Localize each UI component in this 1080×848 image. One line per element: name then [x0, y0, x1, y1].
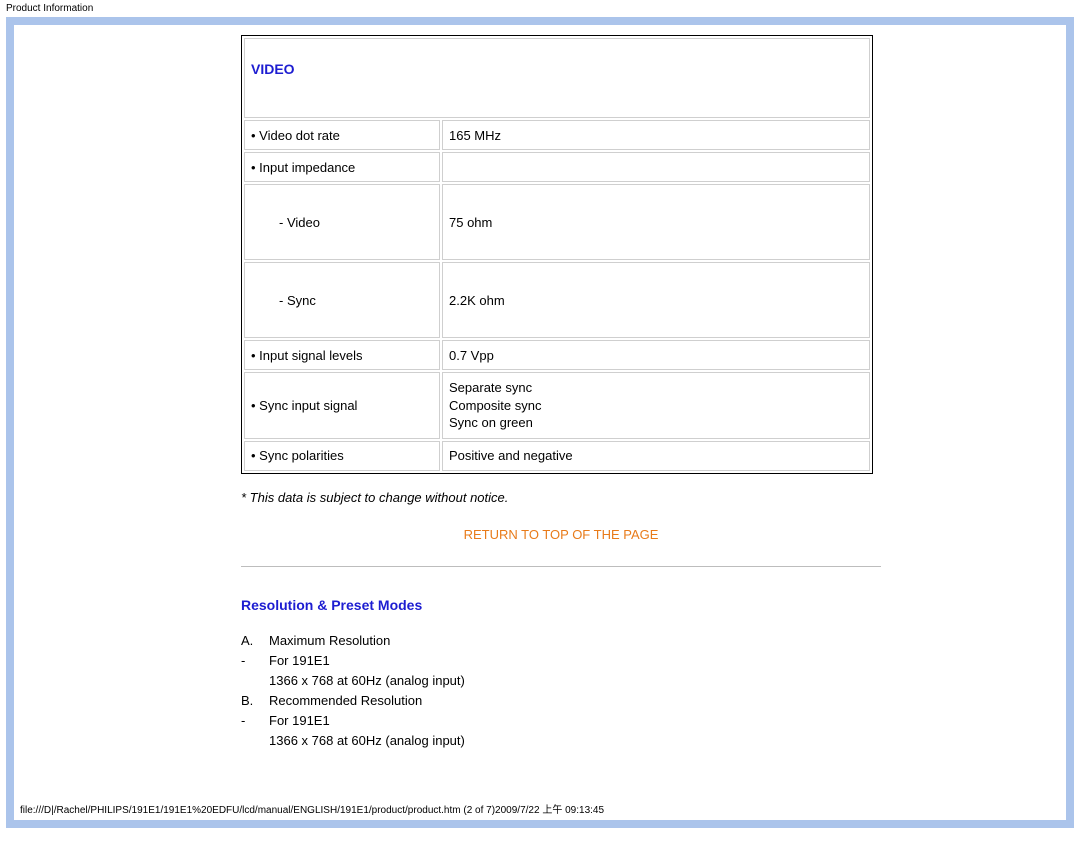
inner-frame: VIDEO • Video dot rate 165 MHz • Input i… [14, 25, 1066, 820]
video-spec-table: VIDEO • Video dot rate 165 MHz • Input i… [241, 35, 873, 474]
list-text: For 191E1 [269, 651, 330, 671]
table-row: • Input impedance [244, 152, 870, 182]
spec-value: 0.7 Vpp [442, 340, 870, 370]
list-text: 1366 x 768 at 60Hz (analog input) [269, 671, 465, 691]
list-item: - For 191E1 [241, 651, 896, 671]
data-change-notice: * This data is subject to change without… [241, 490, 896, 505]
list-item: 1366 x 768 at 60Hz (analog input) [241, 671, 896, 691]
outer-frame: VIDEO • Video dot rate 165 MHz • Input i… [6, 17, 1074, 828]
table-row: - Video 75 ohm [244, 184, 870, 260]
list-text: 1366 x 768 at 60Hz (analog input) [269, 731, 465, 751]
video-section-title: VIDEO [251, 43, 295, 113]
list-item: 1366 x 768 at 60Hz (analog input) [241, 731, 896, 751]
table-row: • Sync input signal Separate sync Compos… [244, 372, 870, 439]
table-row: • Video dot rate 165 MHz [244, 120, 870, 150]
video-section-header-cell: VIDEO [244, 38, 870, 118]
return-to-top-link[interactable]: RETURN TO TOP OF THE PAGE [226, 527, 896, 542]
spec-label: • Input signal levels [244, 340, 440, 370]
spec-value [442, 152, 870, 182]
spec-value-multiline: Separate sync Composite sync Sync on gre… [442, 372, 870, 439]
spec-label: • Sync input signal [244, 372, 440, 439]
content-area: VIDEO • Video dot rate 165 MHz • Input i… [226, 35, 896, 751]
spec-label: • Input impedance [244, 152, 440, 182]
list-text: Recommended Resolution [269, 691, 422, 711]
spec-label-sub: - Video [244, 184, 440, 260]
resolution-list: A. Maximum Resolution - For 191E1 1366 x… [241, 631, 896, 752]
list-marker: - [241, 711, 269, 731]
list-text: For 191E1 [269, 711, 330, 731]
spec-value: 2.2K ohm [442, 262, 870, 338]
resolution-section-heading: Resolution & Preset Modes [241, 597, 896, 613]
spec-label: • Video dot rate [244, 120, 440, 150]
list-marker [241, 731, 269, 751]
list-item: B. Recommended Resolution [241, 691, 896, 711]
page-title-text: Product Information [6, 3, 93, 14]
section-divider [241, 566, 881, 567]
list-marker: - [241, 651, 269, 671]
table-row: - Sync 2.2K ohm [244, 262, 870, 338]
spec-value: Positive and negative [442, 441, 870, 471]
table-row: • Sync polarities Positive and negative [244, 441, 870, 471]
page-header: Product Information [0, 0, 1080, 17]
spec-value: 75 ohm [442, 184, 870, 260]
footer-file-path: file:///D|/Rachel/PHILIPS/191E1/191E1%20… [20, 801, 604, 816]
list-item: - For 191E1 [241, 711, 896, 731]
table-row: • Input signal levels 0.7 Vpp [244, 340, 870, 370]
spec-label-sub: - Sync [244, 262, 440, 338]
spec-value: 165 MHz [442, 120, 870, 150]
spec-label: • Sync polarities [244, 441, 440, 471]
list-text: Maximum Resolution [269, 631, 390, 651]
list-marker: A. [241, 631, 269, 651]
list-marker [241, 671, 269, 691]
list-marker: B. [241, 691, 269, 711]
list-item: A. Maximum Resolution [241, 631, 896, 651]
